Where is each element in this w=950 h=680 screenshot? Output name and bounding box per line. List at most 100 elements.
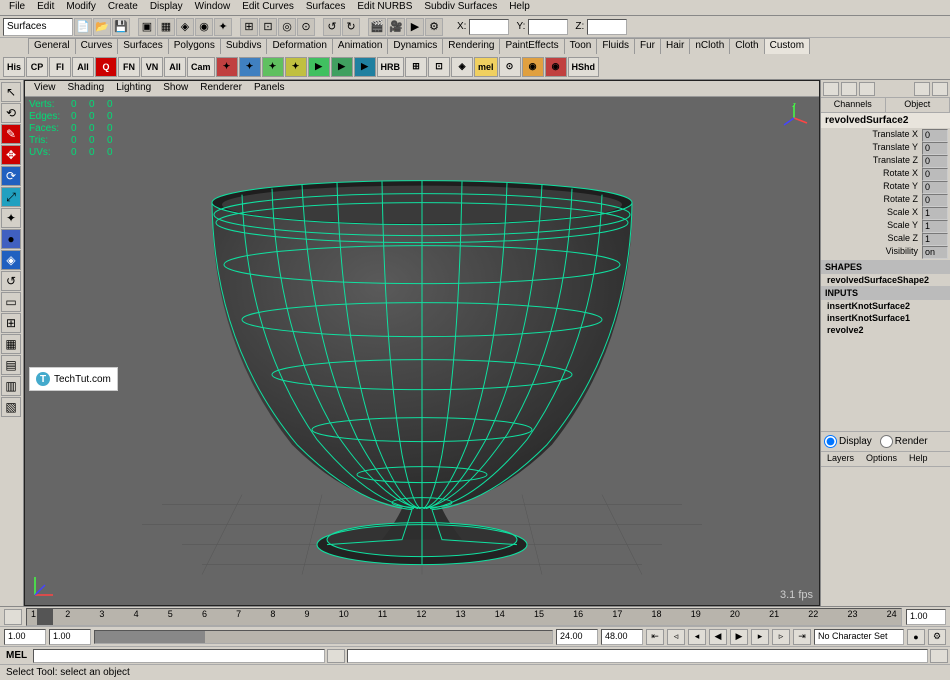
shelf-tab-curves[interactable]: Curves <box>75 38 119 54</box>
input-node[interactable]: insertKnotSurface2 <box>821 300 950 312</box>
snap-icon[interactable]: ⊙ <box>297 18 315 36</box>
layout-hypershade-icon[interactable]: ▥ <box>1 376 21 396</box>
anim-prefs-button[interactable]: ⚙ <box>928 629 946 645</box>
command-input[interactable] <box>33 649 325 663</box>
menu-create[interactable]: Create <box>103 1 143 14</box>
menu-surfaces[interactable]: Surfaces <box>301 1 350 14</box>
render-icon[interactable]: 🎬 <box>368 18 386 36</box>
go-end-button[interactable]: ⇥ <box>793 629 811 645</box>
manip-tool-icon[interactable]: ✦ <box>1 208 21 228</box>
layers-menu[interactable]: Layers <box>821 452 860 466</box>
shelf-button[interactable]: ✦ <box>262 57 284 77</box>
shelf-tab-cloth[interactable]: Cloth <box>729 38 764 54</box>
paint-select-tool-icon[interactable]: ✎ <box>1 124 21 144</box>
shelf-button[interactable]: ◈ <box>451 57 473 77</box>
panel-menu-panels[interactable]: Panels <box>249 82 290 95</box>
layout-grapheditor-icon[interactable]: ▧ <box>1 397 21 417</box>
shelf-button[interactable]: Q <box>95 57 117 77</box>
layers-help-menu[interactable]: Help <box>903 452 934 466</box>
shelf-tab-deformation[interactable]: Deformation <box>266 38 332 54</box>
step-forward-button[interactable]: ▹ <box>772 629 790 645</box>
panel-menu-renderer[interactable]: Renderer <box>195 82 247 95</box>
history-icon[interactable]: ↻ <box>342 18 360 36</box>
attr-field[interactable]: 1 <box>922 220 948 233</box>
shelf-tab-rendering[interactable]: Rendering <box>442 38 500 54</box>
menu-edit[interactable]: Edit <box>32 1 59 14</box>
shelf-button[interactable]: All <box>72 57 94 77</box>
anim-pref-icon[interactable] <box>4 609 22 625</box>
select-mask-icon[interactable]: ▣ <box>138 18 156 36</box>
3d-viewport[interactable]: Verts:000 Edges:000 Faces:000 Tris:000 U… <box>25 97 819 605</box>
panel-menu-lighting[interactable]: Lighting <box>111 82 156 95</box>
history-icon[interactable]: ↺ <box>323 18 341 36</box>
y-field[interactable] <box>528 19 568 35</box>
anim-start-field[interactable]: 1.00 <box>4 629 46 645</box>
attr-field[interactable]: 1 <box>922 207 948 220</box>
command-result-icon[interactable] <box>327 649 345 663</box>
layers-options-menu[interactable]: Options <box>860 452 903 466</box>
range-slider[interactable] <box>94 630 553 644</box>
select-mask-icon[interactable]: ✦ <box>214 18 232 36</box>
lasso-tool-icon[interactable]: ⟲ <box>1 103 21 123</box>
time-slider[interactable]: 123 456 789 101112 131415 161718 192021 … <box>0 606 950 626</box>
script-editor-button[interactable] <box>930 649 948 663</box>
snap-icon[interactable]: ⊞ <box>240 18 258 36</box>
shelf-tab-general[interactable]: General <box>28 38 76 54</box>
range-end-field[interactable]: 24.00 <box>556 629 598 645</box>
select-mask-icon[interactable]: ◉ <box>195 18 213 36</box>
panel-menu-shading[interactable]: Shading <box>63 82 110 95</box>
shelf-button[interactable]: FI <box>49 57 71 77</box>
new-scene-icon[interactable]: 📄 <box>74 18 92 36</box>
shelf-tab-animation[interactable]: Animation <box>332 38 388 54</box>
range-start-field[interactable]: 1.00 <box>49 629 91 645</box>
input-node[interactable]: insertKnotSurface1 <box>821 312 950 324</box>
shelf-button[interactable]: ⊡ <box>428 57 450 77</box>
select-mask-icon[interactable]: ◈ <box>176 18 194 36</box>
menu-file[interactable]: File <box>4 1 30 14</box>
autokey-button[interactable]: ● <box>907 629 925 645</box>
channel-layout-icon[interactable] <box>841 82 857 96</box>
layout-outliner-icon[interactable]: ▤ <box>1 355 21 375</box>
snap-icon[interactable]: ⊡ <box>259 18 277 36</box>
layout-persp-icon[interactable]: ▦ <box>1 334 21 354</box>
channel-layout-icon[interactable] <box>859 82 875 96</box>
selected-object-name[interactable]: revolvedSurface2 <box>821 113 950 128</box>
shelf-tab-dynamics[interactable]: Dynamics <box>387 38 443 54</box>
ipr-icon[interactable]: ▶ <box>406 18 424 36</box>
shelf-button[interactable]: Cam <box>187 57 215 77</box>
command-language-label[interactable]: MEL <box>0 650 33 661</box>
channel-layout-icon[interactable] <box>932 82 948 96</box>
x-field[interactable] <box>469 19 509 35</box>
shelf-tab-fluids[interactable]: Fluids <box>596 38 635 54</box>
z-field[interactable] <box>587 19 627 35</box>
panel-menu-show[interactable]: Show <box>158 82 193 95</box>
open-scene-icon[interactable]: 📂 <box>93 18 111 36</box>
next-key-button[interactable]: ▸ <box>751 629 769 645</box>
shelf-button[interactable]: ✦ <box>216 57 238 77</box>
select-mask-icon[interactable]: ▦ <box>157 18 175 36</box>
shelf-button[interactable]: ◉ <box>545 57 567 77</box>
shelf-tab-subdivs[interactable]: Subdivs <box>220 38 268 54</box>
shelf-button[interactable]: ⊙ <box>499 57 521 77</box>
menu-window[interactable]: Window <box>190 1 236 14</box>
step-back-button[interactable]: ◃ <box>667 629 685 645</box>
layer-editor[interactable] <box>821 466 950 606</box>
shape-node[interactable]: revolvedSurfaceShape2 <box>821 274 950 286</box>
shelf-tab-surfaces[interactable]: Surfaces <box>117 38 168 54</box>
shelf-button[interactable]: ▶ <box>331 57 353 77</box>
menu-subdiv[interactable]: Subdiv Surfaces <box>419 1 502 14</box>
current-frame-field[interactable]: 1.00 <box>906 609 946 625</box>
render-icon[interactable]: 🎥 <box>387 18 405 36</box>
range-slider-thumb[interactable] <box>95 631 205 643</box>
save-scene-icon[interactable]: 💾 <box>112 18 130 36</box>
shelf-button[interactable]: ✦ <box>285 57 307 77</box>
attr-field[interactable]: 0 <box>922 194 948 207</box>
go-start-button[interactable]: ⇤ <box>646 629 664 645</box>
menu-edit-curves[interactable]: Edit Curves <box>237 1 299 14</box>
shelf-button[interactable]: VN <box>141 57 163 77</box>
shelf-button[interactable]: ▶ <box>308 57 330 77</box>
menu-modify[interactable]: Modify <box>61 1 100 14</box>
attr-field[interactable]: on <box>922 246 948 259</box>
shelf-button[interactable]: ◉ <box>522 57 544 77</box>
time-slider-ticks[interactable]: 123 456 789 101112 131415 161718 192021 … <box>26 608 902 626</box>
